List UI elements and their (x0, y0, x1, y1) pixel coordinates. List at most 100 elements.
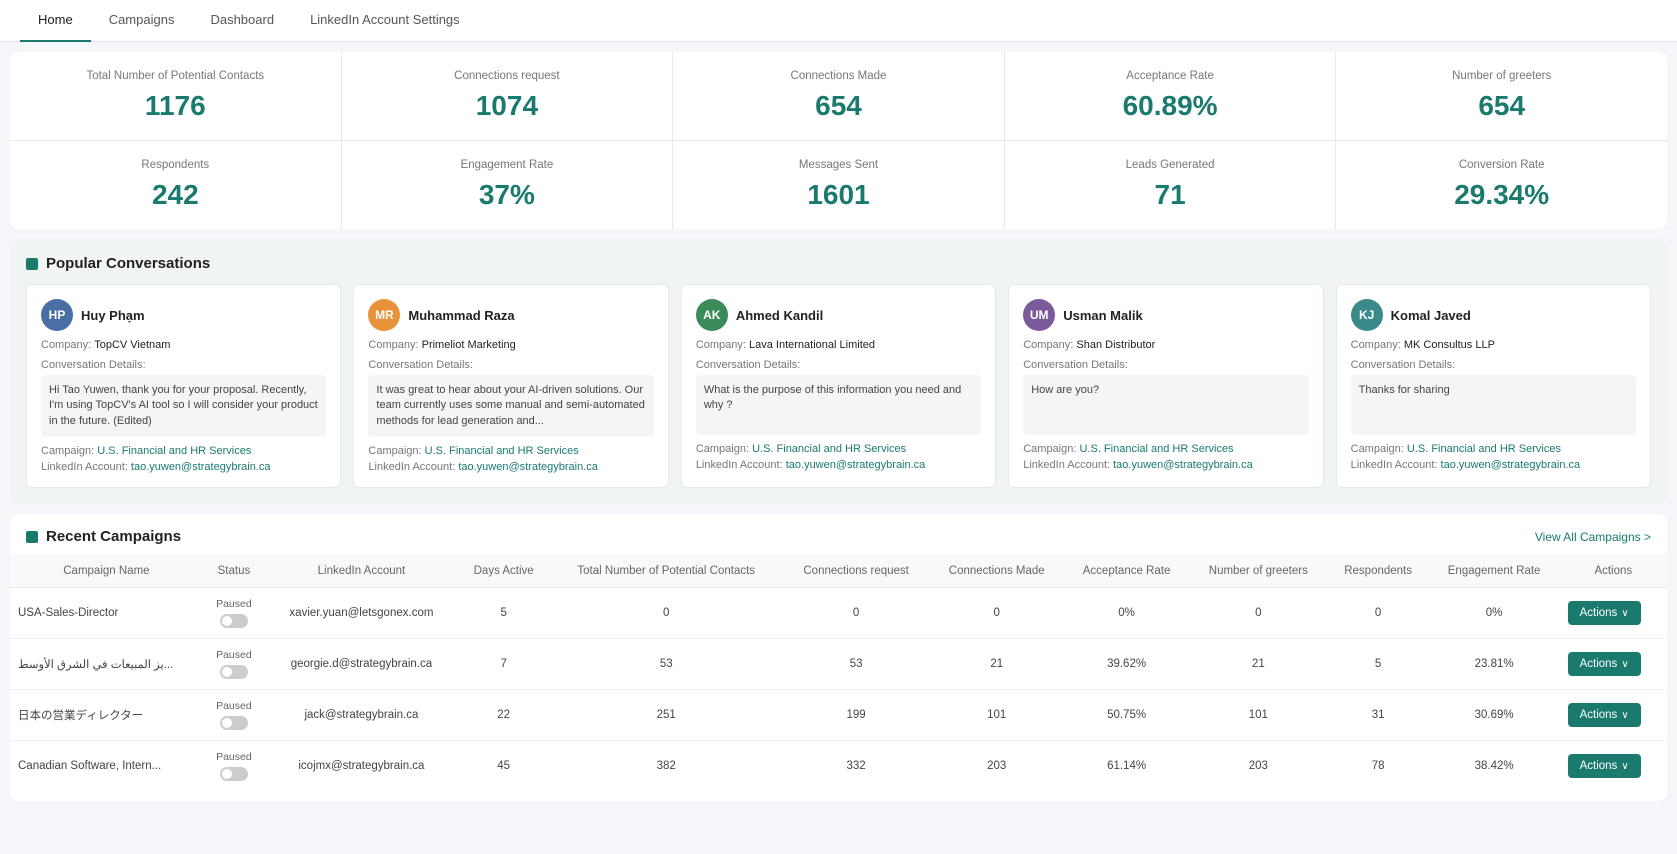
status-text: Paused (216, 700, 252, 712)
stat-label-messages: Messages Sent (693, 159, 984, 171)
conv-company: MK Consultus LLP (1404, 339, 1495, 351)
connections-made-cell: 0 (929, 588, 1064, 639)
table-header-total-number-of-potential-contacts: Total Number of Potential Contacts (550, 555, 783, 588)
conv-name: Komal Javed (1391, 308, 1471, 323)
stat-acceptance-rate: Acceptance Rate 60.89% (1005, 52, 1337, 140)
stat-connections-made: Connections Made 654 (673, 52, 1005, 140)
conv-header: HP Huy Phạm (41, 299, 326, 331)
section-dot-icon (26, 258, 38, 270)
actions-cell: Actions (1560, 588, 1667, 639)
acceptance-rate-cell: 0% (1064, 588, 1189, 639)
conversation-card-1[interactable]: MR Muhammad Raza Company: Primeliot Mark… (353, 284, 668, 488)
stat-engagement-rate: Engagement Rate 37% (342, 141, 674, 229)
nav-campaigns[interactable]: Campaigns (91, 0, 193, 42)
stat-value-acceptance: 60.89% (1025, 90, 1316, 122)
stat-label-greeters: Number of greeters (1356, 70, 1647, 82)
stat-leads-generated: Leads Generated 71 (1005, 141, 1337, 229)
table-header-linkedin-account: LinkedIn Account (265, 555, 458, 588)
view-all-campaigns-link[interactable]: View All Campaigns > (1535, 530, 1651, 544)
connections-made-cell: 203 (929, 741, 1064, 792)
conv-name: Muhammad Raza (408, 308, 514, 323)
linkedin-cell: jack@strategybrain.ca (265, 690, 458, 741)
status-cell: Paused (203, 690, 265, 741)
status-text: Paused (216, 649, 252, 661)
stat-value-conversion: 29.34% (1356, 179, 1647, 211)
stat-messages-sent: Messages Sent 1601 (673, 141, 1005, 229)
conversation-card-3[interactable]: UM Usman Malik Company: Shan Distributor… (1008, 284, 1323, 488)
stat-label-leads: Leads Generated (1025, 159, 1316, 171)
conv-linkedin-row: LinkedIn Account: tao.yuwen@strategybrai… (1023, 459, 1308, 471)
nav-linkedin-settings[interactable]: LinkedIn Account Settings (292, 0, 478, 42)
stat-conversion-rate: Conversion Rate 29.34% (1336, 141, 1667, 229)
conv-company-row: Company: TopCV Vietnam (41, 339, 326, 351)
acceptance-rate-cell: 39.62% (1064, 639, 1189, 690)
actions-cell: Actions (1560, 741, 1667, 792)
conversation-card-4[interactable]: KJ Komal Javed Company: MK Consultus LLP… (1336, 284, 1651, 488)
actions-button[interactable]: Actions (1568, 652, 1641, 676)
status-cell: Paused (203, 741, 265, 792)
recent-campaigns-dot-icon (26, 531, 38, 543)
campaigns-table-body: USA-Sales-Director Paused xavier.yuan@le… (10, 588, 1667, 792)
conv-campaign: U.S. Financial and HR Services (1079, 443, 1233, 455)
total-contacts-cell: 251 (550, 690, 783, 741)
recent-campaigns-title: Recent Campaigns (46, 528, 181, 545)
conv-message: It was great to hear about your AI-drive… (368, 375, 653, 437)
greeters-cell: 21 (1189, 639, 1328, 690)
conv-detail-label: Conversation Details: (1023, 359, 1308, 371)
stat-value-greeters: 654 (1356, 90, 1647, 122)
table-header-days-active: Days Active (458, 555, 550, 588)
status-toggle[interactable] (220, 614, 248, 628)
actions-button[interactable]: Actions (1568, 601, 1641, 625)
conv-name: Usman Malik (1063, 308, 1142, 323)
connections-request-cell: 332 (783, 741, 929, 792)
stat-label-acceptance: Acceptance Rate (1025, 70, 1316, 82)
respondents-cell: 5 (1328, 639, 1429, 690)
popular-conversations-title: Popular Conversations (46, 255, 210, 272)
stat-value-messages: 1601 (693, 179, 984, 211)
stat-label-potential-contacts: Total Number of Potential Contacts (30, 70, 321, 82)
actions-button[interactable]: Actions (1568, 754, 1641, 778)
table-header-respondents: Respondents (1328, 555, 1429, 588)
avatar: KJ (1351, 299, 1383, 331)
linkedin-cell: icojmx@strategybrain.ca (265, 741, 458, 792)
respondents-cell: 31 (1328, 690, 1429, 741)
popular-conversations-header: Popular Conversations (10, 239, 1667, 284)
table-row: 日本の営業ディレクター Paused jack@strategybrain.ca… (10, 690, 1667, 741)
stat-value-conn-made: 654 (693, 90, 984, 122)
conv-linkedin-row: LinkedIn Account: tao.yuwen@strategybrai… (368, 461, 653, 473)
nav-home[interactable]: Home (20, 0, 91, 42)
conv-campaign: U.S. Financial and HR Services (1407, 443, 1561, 455)
status-toggle[interactable] (220, 665, 248, 679)
greeters-cell: 0 (1189, 588, 1328, 639)
table-row: Canadian Software, Intern... Paused icoj… (10, 741, 1667, 792)
conv-name: Huy Phạm (81, 308, 145, 323)
stat-greeters: Number of greeters 654 (1336, 52, 1667, 140)
conv-linkedin: tao.yuwen@strategybrain.ca (786, 459, 926, 471)
stat-value-conn-req: 1074 (362, 90, 653, 122)
conversation-card-0[interactable]: HP Huy Phạm Company: TopCV Vietnam Conve… (26, 284, 341, 488)
total-contacts-cell: 0 (550, 588, 783, 639)
conv-company-row: Company: Primeliot Marketing (368, 339, 653, 351)
status-toggle[interactable] (220, 716, 248, 730)
linkedin-cell: georgie.d@strategybrain.ca (265, 639, 458, 690)
conv-company: TopCV Vietnam (94, 339, 170, 351)
actions-button[interactable]: Actions (1568, 703, 1641, 727)
acceptance-rate-cell: 61.14% (1064, 741, 1189, 792)
conv-company: Shan Distributor (1076, 339, 1155, 351)
conversation-card-2[interactable]: AK Ahmed Kandil Company: Lava Internatio… (681, 284, 996, 488)
table-header-connections-request: Connections request (783, 555, 929, 588)
status-toggle[interactable] (220, 767, 248, 781)
campaign-name-cell: USA-Sales-Director (10, 588, 203, 639)
actions-cell: Actions (1560, 690, 1667, 741)
conv-campaign-row: Campaign: U.S. Financial and HR Services (696, 443, 981, 455)
days-active-cell: 5 (458, 588, 550, 639)
greeters-cell: 203 (1189, 741, 1328, 792)
respondents-cell: 0 (1328, 588, 1429, 639)
stats-container: Total Number of Potential Contacts 1176 … (10, 52, 1667, 229)
respondents-cell: 78 (1328, 741, 1429, 792)
conv-campaign-row: Campaign: U.S. Financial and HR Services (1351, 443, 1636, 455)
conv-detail-label: Conversation Details: (41, 359, 326, 371)
stat-label-conn-made: Connections Made (693, 70, 984, 82)
nav-dashboard[interactable]: Dashboard (192, 0, 292, 42)
conv-campaign-row: Campaign: U.S. Financial and HR Services (1023, 443, 1308, 455)
